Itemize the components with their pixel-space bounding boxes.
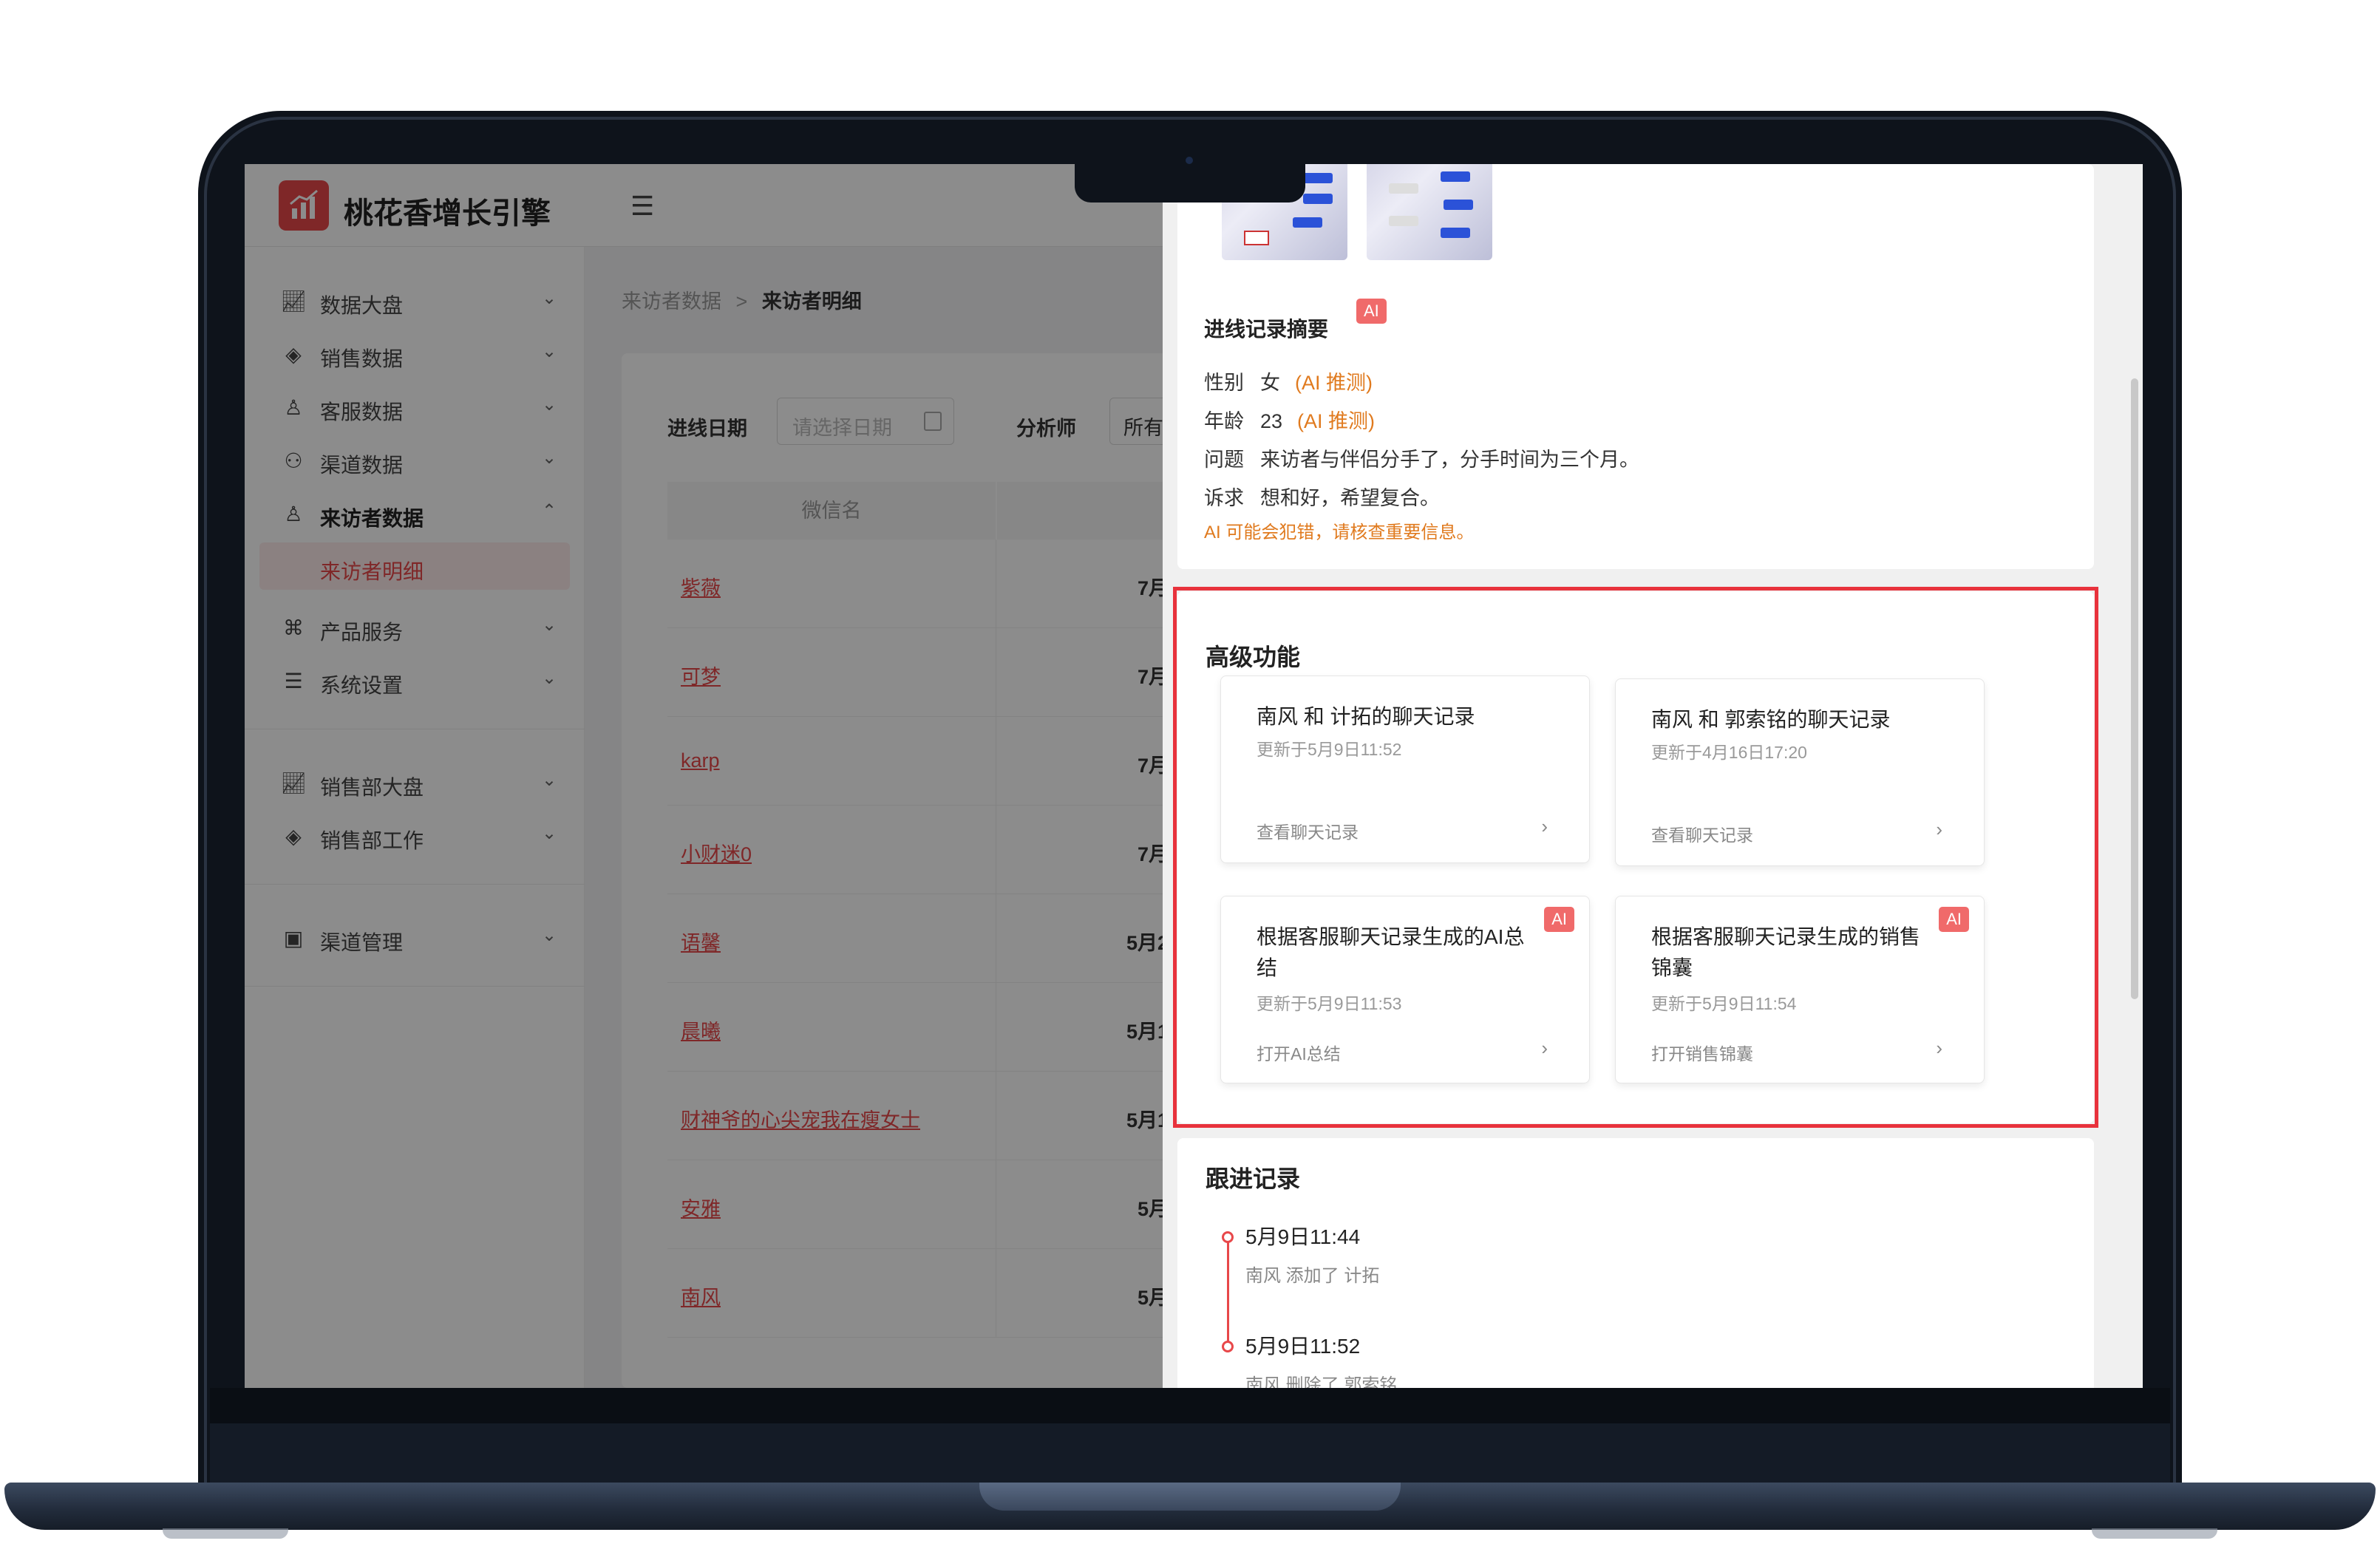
card-title: 南风 和 郭索铭的聊天记录 [1651, 708, 1891, 731]
laptop-foot-right [2092, 1528, 2217, 1539]
advanced-features-title: 高级功能 [1206, 644, 1301, 670]
ai-guess-note: (AI 推测) [1295, 372, 1373, 394]
chevron-right-icon: › [1541, 1037, 1548, 1059]
sales-tips-card[interactable]: 根据客服聊天记录生成的销售锦囊 AI 更新于5月9日11:54 打开销售锦囊 › [1615, 896, 1985, 1083]
card-link[interactable]: 查看聊天记录 [1651, 821, 1753, 846]
appeal-value: 想和好，希望复合。 [1260, 487, 1440, 509]
laptop-opening-notch [979, 1483, 1401, 1511]
card-link[interactable]: 打开销售锦囊 [1651, 1040, 1753, 1065]
camera-icon [1186, 157, 1193, 164]
card-title: 南风 和 计拓的聊天记录 [1257, 705, 1475, 728]
timeline-dot [1222, 1341, 1234, 1352]
timeline-line [1227, 1237, 1229, 1348]
age-value: 23 [1260, 410, 1283, 432]
camera-notch [1075, 164, 1305, 202]
chat-record-card[interactable]: 南风 和 计拓的聊天记录 更新于5月9日11:52 查看聊天记录 › [1220, 675, 1590, 863]
age-row: 年龄 23 (AI 推测) [1204, 405, 1375, 434]
chevron-right-icon: › [1541, 815, 1548, 837]
followup-time: 5月9日11:52 [1245, 1335, 1361, 1358]
issue-row: 问题 来访者与伴侣分手了，分手时间为三个月。 [1204, 443, 1639, 472]
ai-summary-card[interactable]: 根据客服聊天记录生成的AI总结 AI 更新于5月9日11:53 打开AI总结 › [1220, 896, 1590, 1083]
summary-title: 进线记录摘要 [1204, 318, 1329, 341]
gender-label: 性别 [1204, 372, 1244, 394]
laptop-screen: 桃花香增长引擎 ☰ 📈︎ 数据大盘 ⌄ ◈ 销售数据 ⌄ ♙ 客服数据 ⌄ ⚇ [245, 164, 2143, 1388]
laptop-bezel-bottom [210, 1388, 2170, 1423]
drawer-scrollbar[interactable] [2131, 378, 2138, 999]
timeline-dot [1222, 1231, 1234, 1243]
gender-value: 女 [1260, 372, 1280, 394]
ai-guess-note: (AI 推测) [1297, 410, 1376, 432]
card-updated: 更新于5月9日11:52 [1257, 740, 1402, 759]
laptop-hinge [210, 1423, 2170, 1483]
visitor-detail-drawer: 进线记录摘要 AI 性别女 (AI 推测) 年龄 23 (AI 推测) 问题 来访者与伴… [1163, 164, 2143, 1388]
chat-record-card[interactable]: 南风 和 郭索铭的聊天记录 更新于4月16日17:20 查看聊天记录 › [1615, 678, 1985, 866]
ai-badge: AI [1544, 907, 1574, 932]
appeal-row: 诉求 想和好，希望复合。 [1204, 482, 1440, 511]
chat-screenshot-thumbnail[interactable] [1367, 164, 1492, 260]
card-link[interactable]: 查看聊天记录 [1257, 818, 1359, 843]
chevron-right-icon: › [1936, 818, 1942, 840]
issue-value: 来访者与伴侣分手了，分手时间为三个月。 [1260, 449, 1639, 471]
ai-badge: AI [1939, 907, 1969, 932]
ai-badge: AI [1356, 299, 1387, 324]
laptop-foot-left [163, 1528, 288, 1539]
card-updated: 更新于4月16日17:20 [1651, 743, 1807, 762]
card-updated: 更新于5月9日11:53 [1257, 994, 1402, 1013]
followup-text: 南风 添加了 计拓 [1245, 1266, 1380, 1286]
card-title: 根据客服聊天记录生成的销售锦囊 [1651, 925, 1921, 979]
appeal-label: 诉求 [1204, 487, 1244, 509]
age-label: 年龄 [1204, 410, 1244, 432]
issue-label: 问题 [1204, 449, 1244, 471]
chevron-right-icon: › [1936, 1037, 1942, 1059]
followup-title: 跟进记录 [1206, 1165, 1301, 1192]
card-title: 根据客服聊天记录生成的AI总结 [1257, 925, 1525, 979]
gender-row: 性别女 (AI 推测) [1204, 367, 1373, 395]
card-updated: 更新于5月9日11:54 [1651, 994, 1797, 1013]
card-link[interactable]: 打开AI总结 [1257, 1040, 1341, 1065]
ai-warning-text: AI 可能会犯错，请核查重要信息。 [1204, 523, 1475, 542]
followup-text: 南风 删除了 郭索铭 [1245, 1375, 1398, 1388]
followup-time: 5月9日11:44 [1245, 1225, 1361, 1248]
app-window: 桃花香增长引擎 ☰ 📈︎ 数据大盘 ⌄ ◈ 销售数据 ⌄ ♙ 客服数据 ⌄ ⚇ [245, 164, 2143, 1388]
